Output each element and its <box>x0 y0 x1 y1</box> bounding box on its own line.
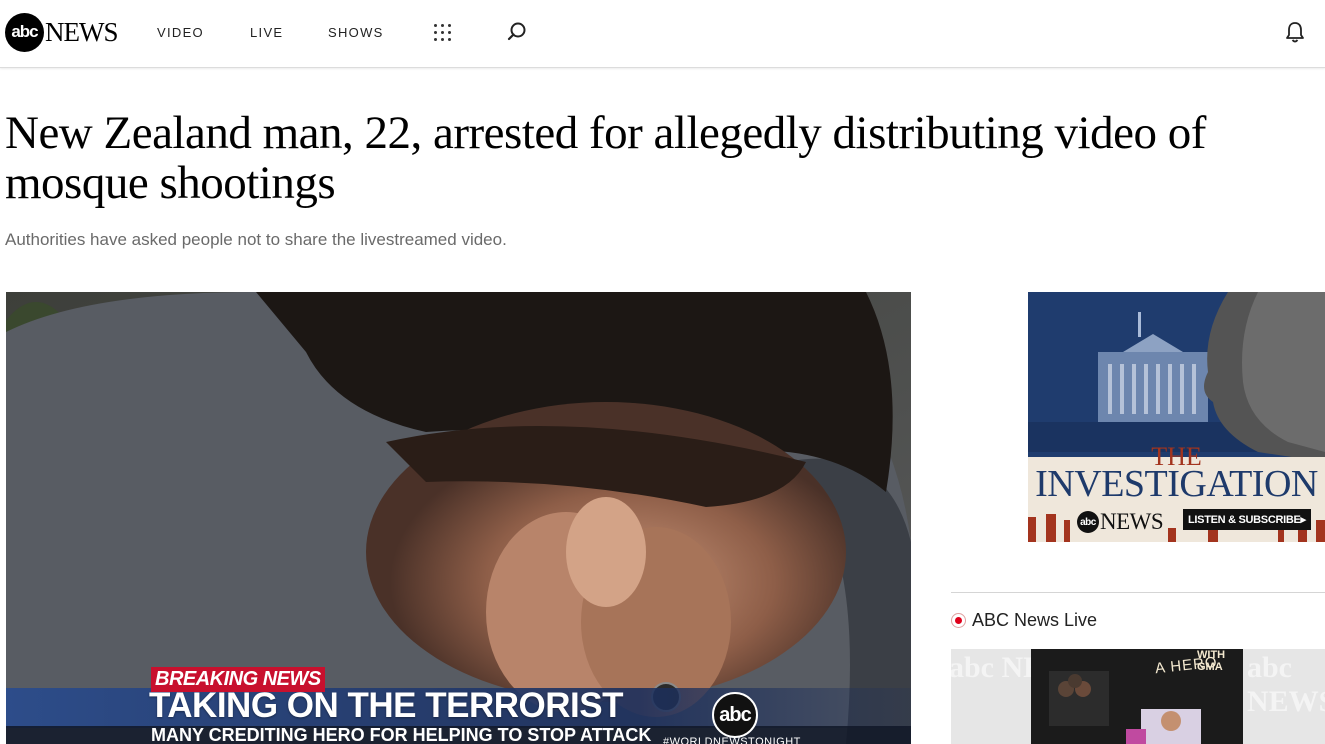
live-indicator-icon <box>951 613 966 628</box>
video-hashtag: #WORLDNEWSTONIGHT <box>663 736 801 744</box>
top-navigation-bar: abc NEWS VIDEO LIVE SHOWS <box>0 0 1325 68</box>
bell-icon[interactable] <box>1284 20 1306 44</box>
abc-news-logo[interactable]: abc NEWS <box>5 12 118 52</box>
logo-text: NEWS <box>45 16 118 47</box>
abc-news-live-label[interactable]: ABC News Live <box>972 610 1097 631</box>
podcast-logo-mark: abc <box>1077 511 1099 533</box>
abc-news-live-player[interactable]: abc NEWS abc NEWS A HERO WITH GMA <box>951 649 1325 744</box>
logo-mark: abc <box>5 12 44 52</box>
nav-shows[interactable]: SHOWS <box>328 25 384 40</box>
video-headline: TAKING ON THE TERRORIST <box>149 686 623 725</box>
hero-video-frame <box>6 292 911 744</box>
section-divider <box>951 592 1325 593</box>
podcast-title: INVESTIGATION <box>1035 463 1318 505</box>
live-thumb-gma-badge: WITH GMA <box>1197 649 1226 673</box>
search-icon[interactable] <box>506 21 528 43</box>
nav-video[interactable]: VIDEO <box>157 25 204 40</box>
article-subheadline: Authorities have asked people not to sha… <box>5 230 507 249</box>
podcast-logo-text: NEWS <box>1100 509 1164 534</box>
podcast-abc-news-logo: abc NEWS <box>1077 509 1164 535</box>
live-screen-area: A HERO WITH GMA <box>1031 649 1243 744</box>
grid-menu-icon[interactable] <box>434 24 452 42</box>
listen-subscribe-button[interactable]: LISTEN & SUBSCRIBE▸ <box>1183 509 1311 530</box>
podcast-ad-the-investigation[interactable]: THE INVESTIGATION abc NEWS LISTEN & SUBS… <box>1028 292 1325 542</box>
video-subheadline: MANY CREDITING HERO FOR HELPING TO STOP … <box>151 725 652 744</box>
article-headline: New Zealand man, 22, arrested for allege… <box>5 107 1206 209</box>
hero-video-player[interactable]: BREAKING NEWS TAKING ON THE TERRORIST ab… <box>6 292 911 744</box>
live-watermark-right: abc NEWS <box>1247 651 1325 718</box>
abc-bug-logo: abc <box>712 692 758 738</box>
nav-live[interactable]: LIVE <box>250 25 283 40</box>
